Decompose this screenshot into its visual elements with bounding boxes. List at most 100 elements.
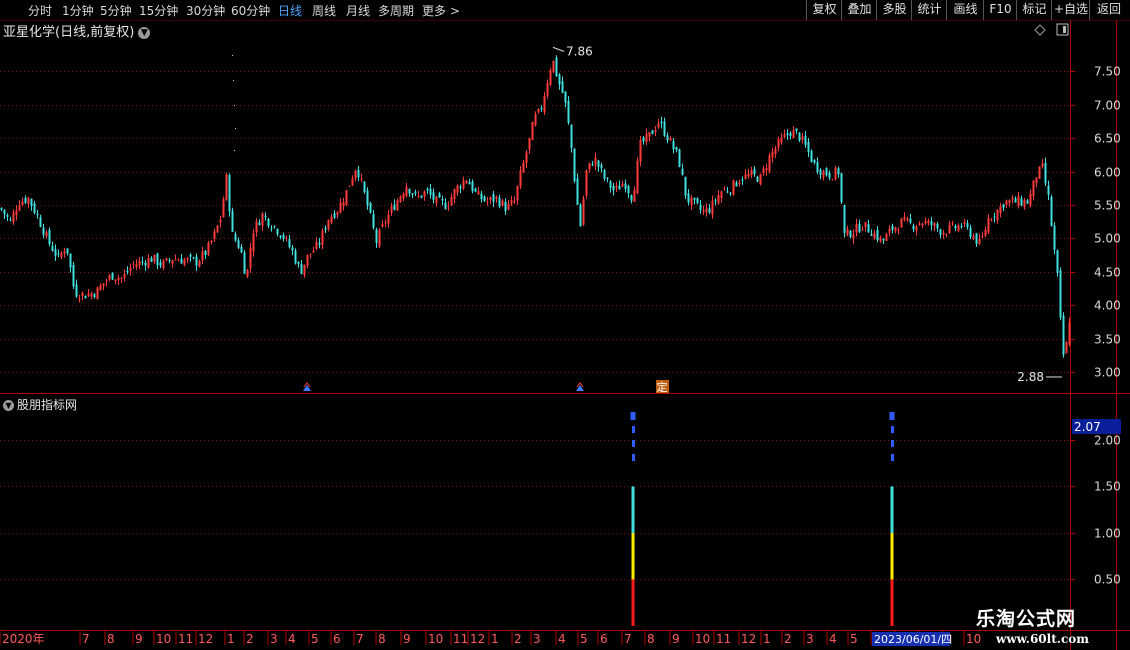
candle-body [36,213,39,216]
candle-body [828,172,831,179]
xaxis-label: 1 [227,632,235,646]
candle-body [477,191,480,195]
xaxis-label: 12 [741,632,756,646]
candle-body [708,208,711,213]
candle-body [66,248,69,254]
xaxis-label: 9 [403,632,411,646]
candle-body [0,207,3,210]
xaxis-label: 11 [716,632,731,646]
candle-body [351,178,354,186]
candle-body [42,227,45,235]
candle-body [405,186,408,197]
candle-body [786,133,789,135]
candle-body [945,234,948,236]
candle-body [381,224,384,227]
candle-body [177,260,180,262]
candle-body [60,252,63,258]
diamond-icon[interactable] [1034,24,1046,36]
candle-body [297,262,300,264]
candle-body [261,213,264,227]
candle-body [660,121,663,124]
candle-body [282,235,285,239]
signal-bar-segment [631,579,635,626]
candle-body [690,197,693,206]
panel-toggle-icon-inner [1063,26,1066,33]
panel-toggle-icon[interactable] [1056,23,1069,36]
signal-top-block [889,412,895,420]
candle-body [897,229,900,231]
candle-body [462,180,465,189]
candle-body [441,199,444,201]
signal-bar-segment [890,486,894,533]
candle-body [363,181,366,193]
candle-body [153,254,156,262]
candle-body [654,130,657,133]
candle-body [558,74,561,85]
candle-body [525,152,528,163]
candle-body [429,188,432,195]
signal-dash [632,426,635,433]
candle-body [627,185,630,194]
candle-body [1059,270,1062,318]
candle-body [270,227,273,229]
candle-body [501,200,504,206]
xaxis-label: 2 [246,632,254,646]
candle-body [822,171,825,178]
candle-body [915,226,918,231]
xaxis-label: 5 [311,632,319,646]
signal-bar-segment [631,532,635,580]
candle-body [591,164,594,166]
candle-body [744,174,747,179]
candle-body [423,191,426,197]
candle-body [393,204,396,210]
chart-canvas[interactable]: 3.00 3.50 4.00 4.50 5.00 5.50 6.00 6.50 7.00 7.50… [0,0,1130,650]
candle-body [831,179,834,181]
candle-body [819,169,822,176]
candle-body [570,124,573,148]
candle-body [636,160,639,194]
xaxis-label: 8 [378,632,386,646]
signal-dash [632,440,635,447]
candle-body [921,223,924,226]
trail-dot [232,55,233,56]
xaxis-label: 6 [600,632,608,646]
candle-body [588,163,591,170]
candle-body [186,257,189,260]
candle-body [360,178,363,180]
candle-body [798,132,801,141]
candle-body [912,225,915,230]
candle-body [93,294,96,298]
candle-body [513,200,516,203]
candle-body [6,214,9,217]
event-marker-label: 定 [657,380,668,394]
max-pointer [552,46,565,52]
candle-body [147,258,150,268]
candle-body [606,177,609,179]
xaxis-label: 2 [514,632,522,646]
candle-body [249,248,252,269]
candle-body [294,250,297,264]
trail-dot [233,80,234,81]
candle-body [174,259,177,261]
candle-body [72,265,75,287]
candle-body [702,209,705,212]
main-ytick-label: 7.50 [1094,65,1121,79]
candle-body [960,226,963,228]
candle-body [750,170,753,176]
candle-body [84,295,87,299]
signal-bar-segment [631,486,635,533]
candle-body [1053,225,1056,250]
candle-body [1017,196,1020,206]
candle-body [936,223,939,229]
candle-body [534,113,537,126]
candle-body [390,206,393,213]
candle-body [471,181,474,192]
candle-body [312,250,315,253]
xaxis-label: 9 [135,632,143,646]
candle-body [609,181,612,188]
candle-body [348,185,351,187]
candle-body [159,262,162,266]
candle-body [1050,196,1053,227]
candle-body [522,162,525,173]
candle-body [447,205,450,207]
